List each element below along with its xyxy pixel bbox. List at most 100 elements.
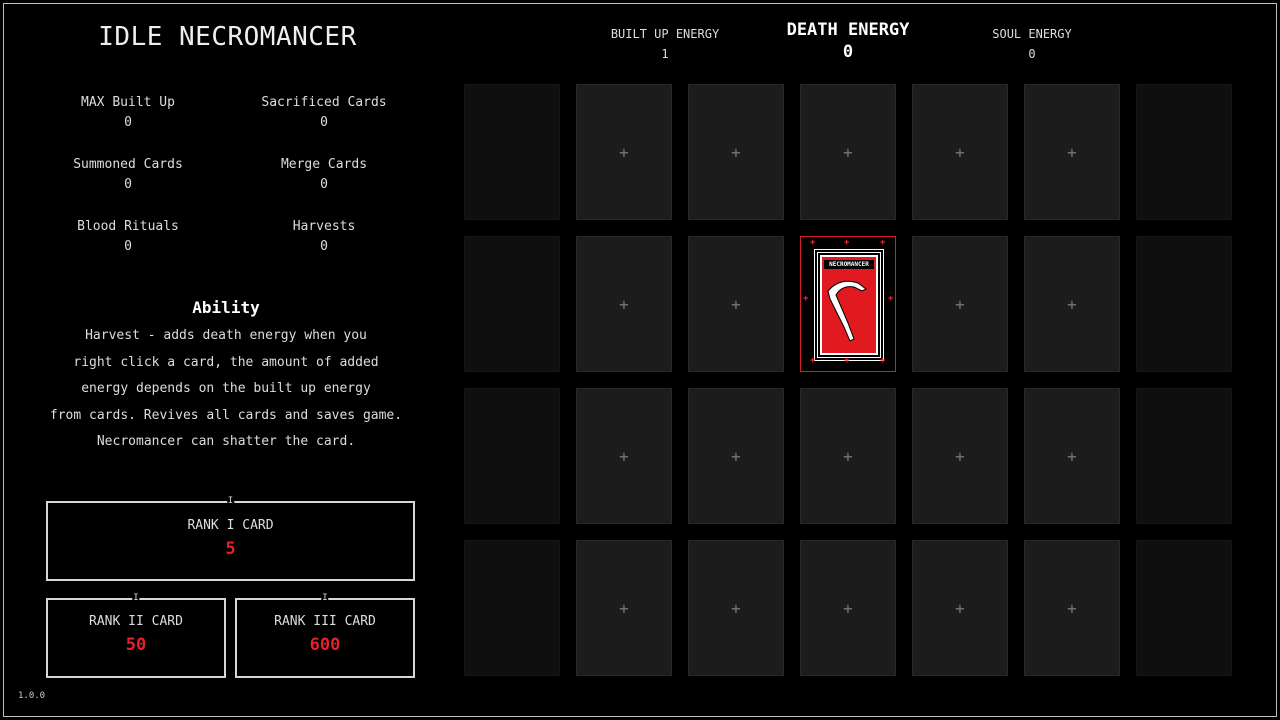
empty-card-slot[interactable]: + — [1024, 236, 1120, 372]
rank-cost: 600 — [309, 635, 341, 655]
stats-panel: MAX Built Up 0 Sacrificed Cards 0 Summoned… — [30, 93, 422, 257]
stat-value: 0 — [320, 239, 328, 254]
buy-rank-2-card-button[interactable]: I RANK II CARD 50 — [46, 592, 226, 678]
empty-card-slot[interactable]: + — [688, 84, 784, 220]
energy-label: SOUL ENERGY — [992, 27, 1072, 41]
plus-icon: + — [955, 294, 965, 314]
plus-icon: + — [843, 142, 853, 162]
plus-icon: + — [1067, 446, 1077, 466]
ability-line: right click a card, the amount of added — [73, 354, 379, 370]
card-name: NECROMANCER — [824, 260, 874, 269]
card-mark: + — [888, 294, 894, 304]
rank-label: RANK I CARD — [187, 518, 274, 533]
locked-card-slot — [464, 84, 560, 220]
ability-description: Harvest - adds death energy when you rig… — [30, 323, 422, 456]
rank-cost: 5 — [225, 539, 236, 559]
locked-card-slot — [1136, 84, 1232, 220]
stat-label: Summoned Cards — [73, 157, 183, 172]
card-mark: + — [880, 356, 886, 366]
energy-value: 0 — [842, 42, 854, 62]
plus-icon: + — [1067, 598, 1077, 618]
plus-icon: + — [955, 598, 965, 618]
version-label: 1.0.0 — [18, 691, 46, 701]
rank-cost: 50 — [125, 635, 147, 655]
plus-icon: + — [955, 446, 965, 466]
buy-rank-3-card-button[interactable]: I RANK III CARD 600 — [235, 592, 415, 678]
stat-blood-rituals: Blood Rituals 0 — [30, 217, 226, 257]
game-title: IDLE NECROMANCER — [98, 22, 357, 52]
stat-value: 0 — [124, 239, 132, 254]
stat-merge-cards: Merge Cards 0 — [226, 155, 422, 195]
rank-label: RANK III CARD — [274, 614, 376, 629]
locked-card-slot — [1136, 540, 1232, 676]
empty-card-slot[interactable]: + — [576, 540, 672, 676]
empty-card-slot[interactable]: + — [576, 236, 672, 372]
plus-icon: + — [1067, 142, 1077, 162]
empty-card-slot[interactable]: + — [800, 388, 896, 524]
stat-label: Blood Rituals — [77, 219, 179, 234]
stat-value: 0 — [124, 115, 132, 130]
stat-label: Harvests — [292, 219, 356, 234]
card-mark: + — [844, 356, 850, 366]
empty-card-slot[interactable]: + — [1024, 540, 1120, 676]
card-board: + + + + + + + NECROMANCER + + + + + + + + + + + + + + + + + + + + — [464, 84, 1233, 676]
plus-icon: + — [843, 598, 853, 618]
empty-card-slot[interactable]: + — [912, 540, 1008, 676]
card-face: NECROMANCER — [820, 255, 878, 355]
ability-line: Harvest - adds death energy when you — [85, 328, 367, 343]
locked-card-slot — [1136, 236, 1232, 372]
empty-card-slot[interactable]: + — [912, 388, 1008, 524]
plus-icon: + — [619, 446, 629, 466]
scythe-icon — [827, 280, 867, 342]
buy-rank-1-card-button[interactable]: I RANK I CARD 5 — [46, 495, 415, 581]
stat-harvests: Harvests 0 — [226, 217, 422, 257]
locked-card-slot — [1136, 388, 1232, 524]
built-up-energy: BUILT UP ENERGY 1 — [595, 27, 735, 61]
plus-icon: + — [731, 446, 741, 466]
plus-icon: + — [619, 294, 629, 314]
plus-icon: + — [731, 294, 741, 314]
plus-icon: + — [731, 598, 741, 618]
plus-icon: + — [955, 142, 965, 162]
card-mark: + — [803, 294, 809, 304]
energy-value: 0 — [1028, 47, 1036, 61]
rank-label: RANK II CARD — [89, 614, 183, 629]
empty-card-slot[interactable]: + — [576, 84, 672, 220]
death-energy: DEATH ENERGY 0 — [758, 20, 938, 62]
energy-label: BUILT UP ENERGY — [610, 27, 720, 41]
plus-icon: + — [731, 142, 741, 162]
stat-label: Merge Cards — [280, 157, 368, 172]
stat-value: 0 — [320, 177, 328, 192]
stat-label: MAX Built Up — [81, 95, 175, 110]
empty-card-slot[interactable]: + — [912, 84, 1008, 220]
empty-card-slot[interactable]: + — [688, 236, 784, 372]
ability-title: Ability — [192, 298, 260, 317]
locked-card-slot — [464, 236, 560, 372]
card-mark: + — [880, 238, 886, 248]
energy-value: 1 — [661, 47, 669, 61]
card-mark: + — [810, 356, 816, 366]
stat-summoned-cards: Summoned Cards 0 — [30, 155, 226, 195]
necromancer-card[interactable]: NECROMANCER + + + + + + + + — [800, 236, 896, 372]
empty-card-slot[interactable]: + — [1024, 388, 1120, 524]
ability-line: energy depends on the built up energy — [81, 381, 371, 396]
ability-line: Necromancer can shatter the card. — [96, 434, 356, 449]
empty-card-slot[interactable]: + — [800, 84, 896, 220]
plus-icon: + — [843, 446, 853, 466]
empty-card-slot[interactable]: + — [576, 388, 672, 524]
empty-card-slot[interactable]: + — [912, 236, 1008, 372]
card-mark: + — [810, 238, 816, 248]
stat-value: 0 — [124, 177, 132, 192]
stat-max-built-up: MAX Built Up 0 — [30, 93, 226, 133]
empty-card-slot[interactable]: + — [688, 540, 784, 676]
empty-card-slot[interactable]: + — [800, 540, 896, 676]
card-mark: + — [844, 238, 850, 248]
empty-card-slot[interactable]: + — [688, 388, 784, 524]
stat-value: 0 — [320, 115, 328, 130]
stat-label: Sacrificed Cards — [261, 95, 387, 110]
soul-energy: SOUL ENERGY 0 — [962, 27, 1102, 61]
rank-pip: I — [226, 495, 235, 507]
plus-icon: + — [619, 142, 629, 162]
plus-icon: + — [619, 598, 629, 618]
empty-card-slot[interactable]: + — [1024, 84, 1120, 220]
